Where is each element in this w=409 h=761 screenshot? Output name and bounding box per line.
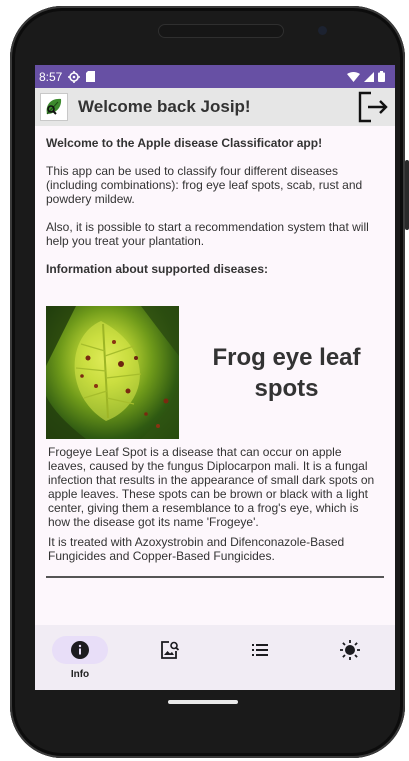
frog-eye-leaf-image xyxy=(46,306,179,439)
recommendation-text: Also, it is possible to start a recommen… xyxy=(46,220,369,248)
nav-item-recommendation[interactable] xyxy=(315,636,385,664)
section-divider xyxy=(46,576,384,578)
intro-text: This app can be used to classify four di… xyxy=(46,164,363,206)
brightness-icon xyxy=(340,640,360,660)
diseases-info-heading: Information about supported diseases: xyxy=(46,262,269,276)
status-time: 8:57 xyxy=(39,69,63,84)
welcome-heading: Welcome to the Apple disease Classificat… xyxy=(46,136,323,150)
logout-icon xyxy=(358,91,388,123)
settings-status-icon xyxy=(68,70,81,83)
image-search-icon xyxy=(161,641,180,659)
phone-speaker xyxy=(158,24,284,38)
disease-title: Frog eye leaf spots xyxy=(212,343,361,402)
disease-treatment: It is treated with Azoxystrobin and Dife… xyxy=(48,535,345,563)
bottom-navigation: Info xyxy=(35,625,395,690)
list-icon xyxy=(252,644,268,656)
battery-icon xyxy=(378,71,385,82)
phone-side-button xyxy=(405,160,409,230)
disease-card-header: Frog eye leaf spots xyxy=(46,306,384,439)
nav-item-info[interactable]: Info xyxy=(45,636,115,680)
app-logo-icon xyxy=(40,93,68,121)
nav-item-list[interactable] xyxy=(225,636,295,664)
info-icon xyxy=(71,641,89,659)
sd-card-status-icon xyxy=(86,71,96,82)
nav-active-indicator xyxy=(52,636,108,664)
nav-label-info: Info xyxy=(70,669,90,680)
phone-camera xyxy=(318,26,327,35)
app-screen: 8:57 Welcome back Josip! Welcome to the … xyxy=(35,65,395,690)
app-bar: Welcome back Josip! xyxy=(35,88,395,126)
signal-icon xyxy=(364,71,374,82)
info-content: Welcome to the Apple disease Classificat… xyxy=(35,126,395,578)
status-bar: 8:57 xyxy=(35,65,395,88)
home-gesture-bar[interactable] xyxy=(168,700,238,704)
disease-description: Frogeye Leaf Spot is a disease that can … xyxy=(48,445,375,529)
wifi-icon xyxy=(347,71,360,82)
nav-item-classify[interactable] xyxy=(135,636,205,664)
app-title: Welcome back Josip! xyxy=(78,97,251,116)
logout-button[interactable] xyxy=(355,89,391,125)
